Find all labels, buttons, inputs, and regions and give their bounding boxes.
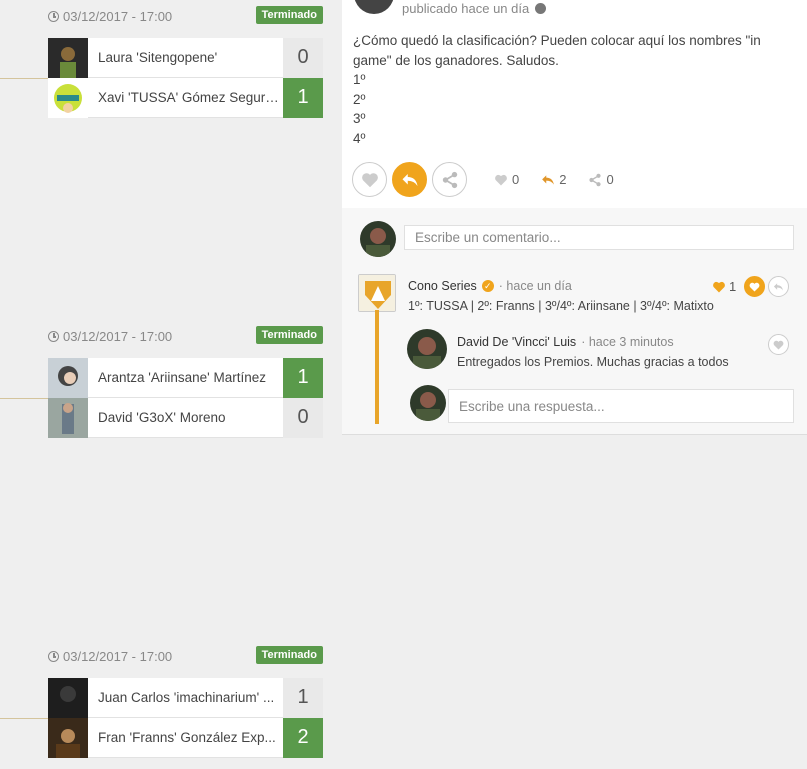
player-name: Fran 'Franns' González Exp... — [98, 730, 276, 745]
status-badge: Terminado — [255, 326, 323, 344]
heart-icon — [749, 282, 760, 292]
reply-count[interactable]: 2 — [541, 172, 566, 187]
player-score: 1 — [283, 77, 323, 118]
player-score: 0 — [283, 397, 323, 438]
globe-icon — [535, 3, 547, 14]
match-date: 03/12/2017 - 17:00 — [48, 649, 172, 664]
share-icon — [442, 171, 457, 188]
player-score: 1 — [283, 677, 323, 718]
player-name: Xavi 'TUSSA' Gómez Segura... — [98, 90, 283, 105]
post-body: ¿Cómo quedó la clasificación? Pueden col… — [353, 33, 761, 146]
bracket-connector — [0, 718, 48, 719]
player-row[interactable]: Arantza 'Ariinsane' Martínez 1 — [48, 357, 323, 398]
comment-like-button[interactable] — [744, 276, 765, 297]
status-badge: Terminado — [255, 6, 323, 24]
clock-icon — [48, 11, 59, 22]
avatar — [48, 357, 88, 398]
avatar — [48, 677, 88, 718]
player-name: Juan Carlos 'imachinarium' ... — [98, 690, 275, 705]
player-name: Laura 'Sitengopene' — [98, 50, 218, 65]
avatar — [360, 221, 396, 257]
avatar — [48, 77, 88, 118]
heart-icon — [773, 340, 784, 350]
avatar — [48, 397, 88, 438]
share-icon — [589, 173, 602, 186]
reply-text: Entregados los Premios. Muchas gracias a… — [457, 355, 729, 369]
post-card: publicado hace un día ¿Cómo quedó la cla… — [342, 0, 807, 208]
post-meta: publicado hace un día — [402, 1, 547, 16]
match-card: 03/12/2017 - 17:00 Terminado Laura 'Site… — [48, 0, 323, 118]
avatar[interactable] — [358, 274, 396, 312]
player-name: Arantza 'Ariinsane' Martínez — [98, 370, 266, 385]
avatar[interactable] — [407, 329, 447, 369]
player-name: David 'G3oX' Moreno — [98, 410, 226, 425]
comment-reply-button[interactable] — [768, 276, 789, 297]
avatar — [48, 37, 88, 78]
player-row[interactable]: Xavi 'TUSSA' Gómez Segura... 1 — [48, 77, 323, 118]
match-date: 03/12/2017 - 17:00 — [48, 329, 172, 344]
match-card: 03/12/2017 - 17:00 Terminado Arantza 'Ar… — [48, 320, 323, 438]
comment-text: 1º: TUSSA | 2º: Franns | 3º/4º: Ariinsan… — [408, 299, 714, 313]
reply-like-button[interactable] — [768, 334, 789, 355]
reply-button[interactable] — [392, 162, 427, 197]
verified-icon: ✓ — [481, 280, 494, 292]
heart-icon — [361, 172, 378, 187]
avatar — [410, 385, 446, 421]
like-count[interactable]: 0 — [494, 172, 519, 187]
player-row[interactable]: David 'G3oX' Moreno 0 — [48, 397, 323, 438]
like-button[interactable] — [352, 162, 387, 197]
heart-icon — [713, 281, 725, 292]
reply-icon — [402, 173, 417, 186]
bracket-connector — [0, 398, 48, 399]
comments-section: Escribe un comentario... Cono Series ✓ ·… — [342, 208, 807, 435]
match-card: 03/12/2017 - 17:00 Terminado Juan Carlos… — [48, 640, 323, 758]
player-row[interactable]: Fran 'Franns' González Exp... 2 — [48, 717, 323, 758]
player-score: 0 — [283, 37, 323, 78]
comment-like-count[interactable]: 1 — [712, 279, 736, 294]
status-badge: Terminado — [255, 646, 323, 664]
clock-icon — [48, 651, 59, 662]
reply-author: David De 'Vincci' Luis · hace 3 minutos — [457, 335, 674, 349]
comment-input[interactable]: Escribe un comentario... — [404, 225, 794, 250]
reply-input[interactable]: Escribe una respuesta... — [448, 389, 794, 423]
share-count[interactable]: 0 — [588, 172, 614, 187]
clock-icon — [48, 331, 59, 342]
avatar[interactable] — [354, 0, 394, 14]
bracket-connector — [0, 78, 48, 79]
player-score: 1 — [283, 357, 323, 398]
player-score: 2 — [283, 717, 323, 758]
share-button[interactable] — [432, 162, 467, 197]
reply-icon — [773, 282, 784, 291]
thread-line — [375, 310, 379, 424]
comment-author: Cono Series ✓ · hace un día — [408, 279, 572, 293]
player-row[interactable]: Laura 'Sitengopene' 0 — [48, 37, 323, 78]
avatar — [48, 717, 88, 758]
heart-icon — [495, 174, 507, 185]
reply-icon — [542, 174, 555, 185]
match-date: 03/12/2017 - 17:00 — [48, 9, 172, 24]
player-row[interactable]: Juan Carlos 'imachinarium' ... 1 — [48, 677, 323, 718]
